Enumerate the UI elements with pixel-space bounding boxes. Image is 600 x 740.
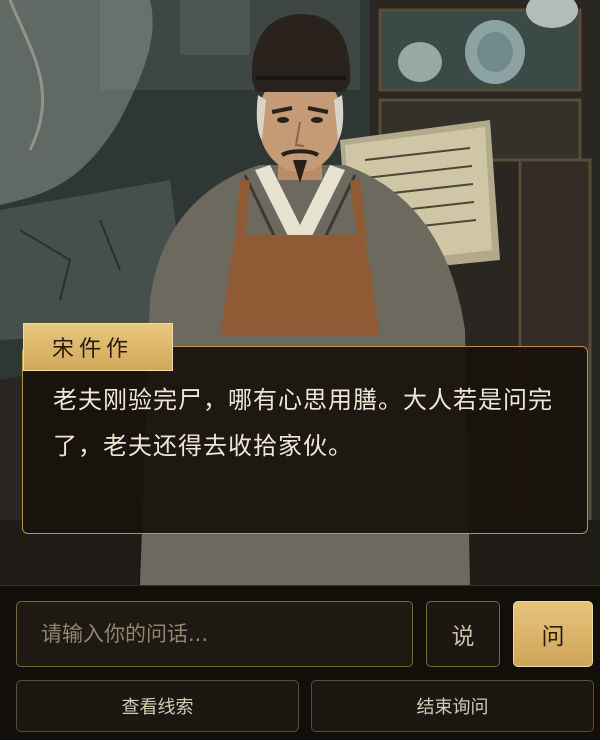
question-input[interactable] [16, 601, 413, 667]
ask-button[interactable]: 问 [513, 601, 593, 667]
end-interrogation-button[interactable]: 结束询问 [311, 680, 594, 732]
speaker-name-tag: 宋仵作 [23, 323, 173, 371]
speaker-name: 宋仵作 [52, 337, 134, 362]
view-clues-button[interactable]: 查看线索 [16, 680, 299, 732]
control-panel: 说 问 查看线索 结束询问 [0, 585, 600, 740]
say-button[interactable]: 说 [426, 601, 500, 667]
dialogue-text: 老夫刚验完尸，哪有心思用膳。大人若是问完了，老夫还得去收拾家伙。 [53, 386, 553, 460]
dialogue-box: 老夫刚验完尸，哪有心思用膳。大人若是问完了，老夫还得去收拾家伙。 [22, 346, 588, 534]
